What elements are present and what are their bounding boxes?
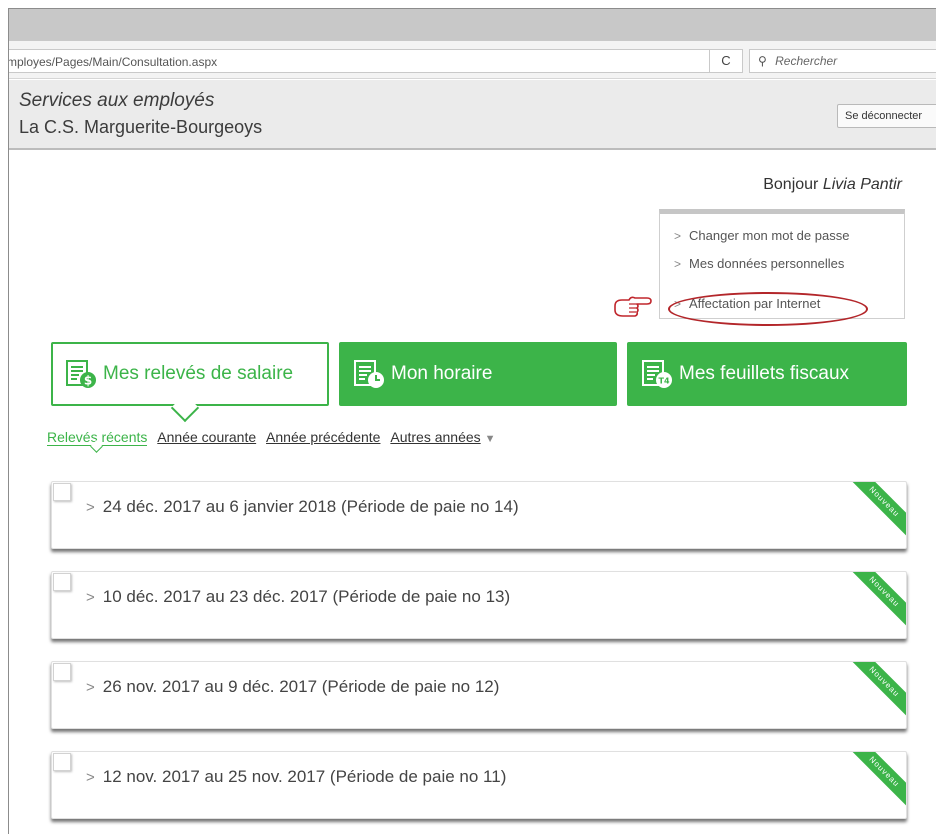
browser-window: mployes/Pages/Main/Consultation.aspx C ⚲… <box>8 8 936 834</box>
select-checkbox[interactable] <box>53 573 71 591</box>
schedule-icon <box>354 360 384 388</box>
tile-label: Mes feuillets fiscaux <box>679 363 850 384</box>
address-bar[interactable]: mployes/Pages/Main/Consultation.aspx <box>9 49 717 73</box>
search-placeholder: Rechercher <box>775 54 838 68</box>
select-checkbox[interactable] <box>53 663 71 681</box>
new-badge: Nouveau <box>846 482 906 540</box>
select-checkbox[interactable] <box>53 483 71 501</box>
chevron-right-icon: > <box>86 499 95 516</box>
browser-toolbar: mployes/Pages/Main/Consultation.aspx C ⚲… <box>9 41 936 79</box>
pay-period-card[interactable]: >26 nov. 2017 au 9 déc. 2017 (Période de… <box>51 661 907 729</box>
user-greeting: Bonjour Livia Pantir <box>763 176 902 194</box>
select-checkbox[interactable] <box>53 753 71 771</box>
service-title: Services aux employés <box>19 90 215 111</box>
organization-name: La C.S. Marguerite-Bourgeoys <box>19 117 263 137</box>
pointing-hand-icon <box>614 296 652 317</box>
logout-button[interactable]: Se déconnecter <box>837 104 936 128</box>
browser-title-bar <box>9 9 936 41</box>
pay-period-title: >10 déc. 2017 au 23 déc. 2017 (Période d… <box>86 587 510 607</box>
tab-previous-year[interactable]: Année précédente <box>266 429 380 445</box>
chevron-right-icon: > <box>674 229 682 243</box>
chevron-right-icon: > <box>86 679 95 696</box>
svg-text:T4: T4 <box>658 377 669 386</box>
highlight-oval <box>668 292 868 326</box>
tile-pay-stubs[interactable]: $ Mes relevés de salaire <box>51 342 329 406</box>
browser-search-field[interactable]: ⚲ Rechercher <box>749 49 936 73</box>
pay-period-card[interactable]: >10 déc. 2017 au 23 déc. 2017 (Période d… <box>51 571 907 639</box>
pay-period-label: 24 déc. 2017 au 6 janvier 2018 (Période … <box>102 497 519 516</box>
pay-period-title: >24 déc. 2017 au 6 janvier 2018 (Période… <box>86 497 519 517</box>
menu-item-change-password[interactable]: > Changer mon mot de passe <box>674 228 849 243</box>
pay-period-title: >26 nov. 2017 au 9 déc. 2017 (Période de… <box>86 677 499 697</box>
menu-item-label: Mes données personnelles <box>689 256 845 271</box>
svg-text:$: $ <box>84 374 92 388</box>
tax-slip-icon: T4 <box>642 360 672 388</box>
reload-button[interactable]: C <box>709 49 743 73</box>
new-badge: Nouveau <box>846 752 906 810</box>
tab-label: Autres années <box>390 429 481 445</box>
tab-current-year[interactable]: Année courante <box>157 429 256 445</box>
tile-schedule[interactable]: Mon horaire <box>339 342 617 406</box>
pay-period-card[interactable]: >12 nov. 2017 au 25 nov. 2017 (Période d… <box>51 751 907 819</box>
period-filter-tabs: Relevés récents Année courante Année pré… <box>47 429 502 446</box>
user-name: Livia Pantir <box>822 176 902 193</box>
pay-period-label: 10 déc. 2017 au 23 déc. 2017 (Période de… <box>102 587 511 606</box>
search-icon: ⚲ <box>758 54 767 68</box>
chevron-right-icon: > <box>86 769 95 786</box>
tab-recent[interactable]: Relevés récents <box>47 429 148 446</box>
pay-period-label: 12 nov. 2017 au 25 nov. 2017 (Période de… <box>102 767 507 786</box>
greeting-prefix: Bonjour <box>763 176 819 193</box>
tab-other-years[interactable]: Autres années ▼ <box>390 429 495 445</box>
pay-stub-icon: $ <box>66 360 96 388</box>
chevron-right-icon: > <box>86 589 95 606</box>
pay-period-card[interactable]: >24 déc. 2017 au 6 janvier 2018 (Période… <box>51 481 907 549</box>
app-header: Services aux employés La C.S. Marguerite… <box>9 80 936 150</box>
menu-item-label: Changer mon mot de passe <box>689 228 850 243</box>
new-badge: Nouveau <box>846 572 906 630</box>
tile-label: Mes relevés de salaire <box>103 363 294 384</box>
reload-icon: C <box>721 53 731 68</box>
tile-tax-slips[interactable]: T4 Mes feuillets fiscaux <box>627 342 907 406</box>
pay-period-title: >12 nov. 2017 au 25 nov. 2017 (Période d… <box>86 767 506 787</box>
chevron-right-icon: > <box>674 257 682 271</box>
new-badge: Nouveau <box>846 662 906 720</box>
dropdown-arrow-icon: ▼ <box>484 433 496 445</box>
tile-label: Mon horaire <box>391 363 493 384</box>
pay-period-label: 26 nov. 2017 au 9 déc. 2017 (Période de … <box>102 677 500 696</box>
menu-item-personal-data[interactable]: > Mes données personnelles <box>674 256 844 271</box>
